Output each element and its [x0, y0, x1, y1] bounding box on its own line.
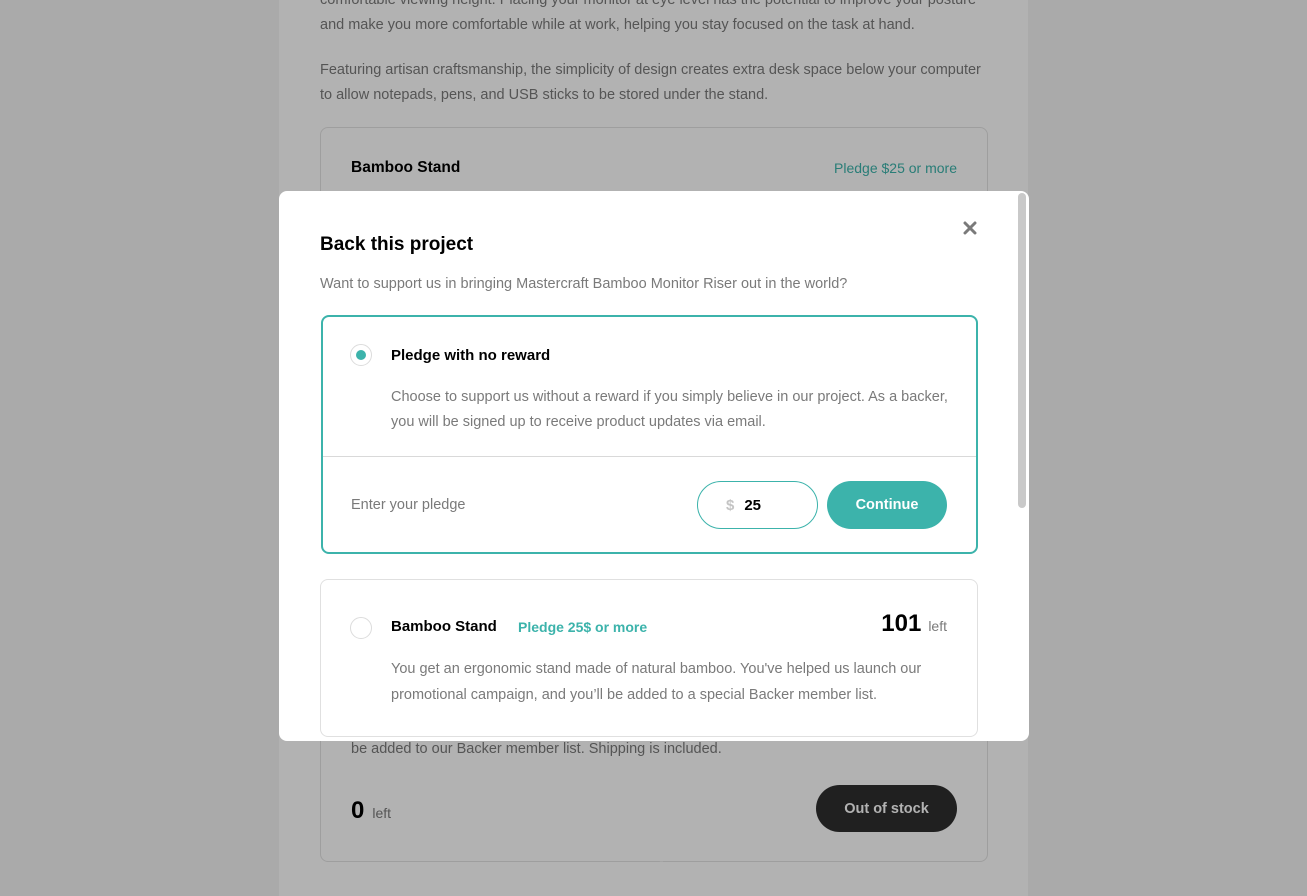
- pledge-input[interactable]: [744, 496, 795, 514]
- continue-button[interactable]: Continue: [827, 481, 947, 529]
- currency-symbol: $: [726, 496, 735, 514]
- radio-selected-dot: [356, 350, 366, 360]
- back-project-modal: Back this project Want to support us in …: [279, 191, 1029, 741]
- option-pledge-amount: Pledge 25$ or more: [518, 619, 648, 635]
- option-title[interactable]: Bamboo Stand: [391, 618, 497, 635]
- close-icon: [963, 221, 977, 235]
- pledge-label: Enter your pledge: [351, 497, 466, 513]
- option-bamboo-stand[interactable]: Bamboo Stand Pledge 25$ or more 101 left…: [320, 579, 978, 737]
- option-title[interactable]: Pledge with no reward: [391, 347, 550, 364]
- option-description: You get an ergonomic stand made of natur…: [391, 661, 922, 703]
- modal-subtitle: Want to support us in bringing Mastercra…: [320, 276, 848, 292]
- close-button[interactable]: [959, 217, 981, 239]
- divider: [323, 456, 976, 457]
- modal-title: Back this project: [320, 234, 474, 255]
- option-stock-count: 101 left: [881, 610, 947, 638]
- option-no-reward[interactable]: Pledge with no reward Choose to support …: [321, 315, 978, 554]
- pledge-input-wrapper[interactable]: $: [697, 481, 818, 529]
- modal-scrollbar[interactable]: [1018, 193, 1026, 508]
- radio-no-reward[interactable]: [350, 344, 372, 366]
- option-description: Choose to support us without a reward if…: [391, 389, 948, 430]
- stock-count-label: left: [928, 618, 947, 634]
- radio-bamboo-stand[interactable]: [350, 617, 372, 639]
- stock-count-number: 101: [881, 610, 922, 637]
